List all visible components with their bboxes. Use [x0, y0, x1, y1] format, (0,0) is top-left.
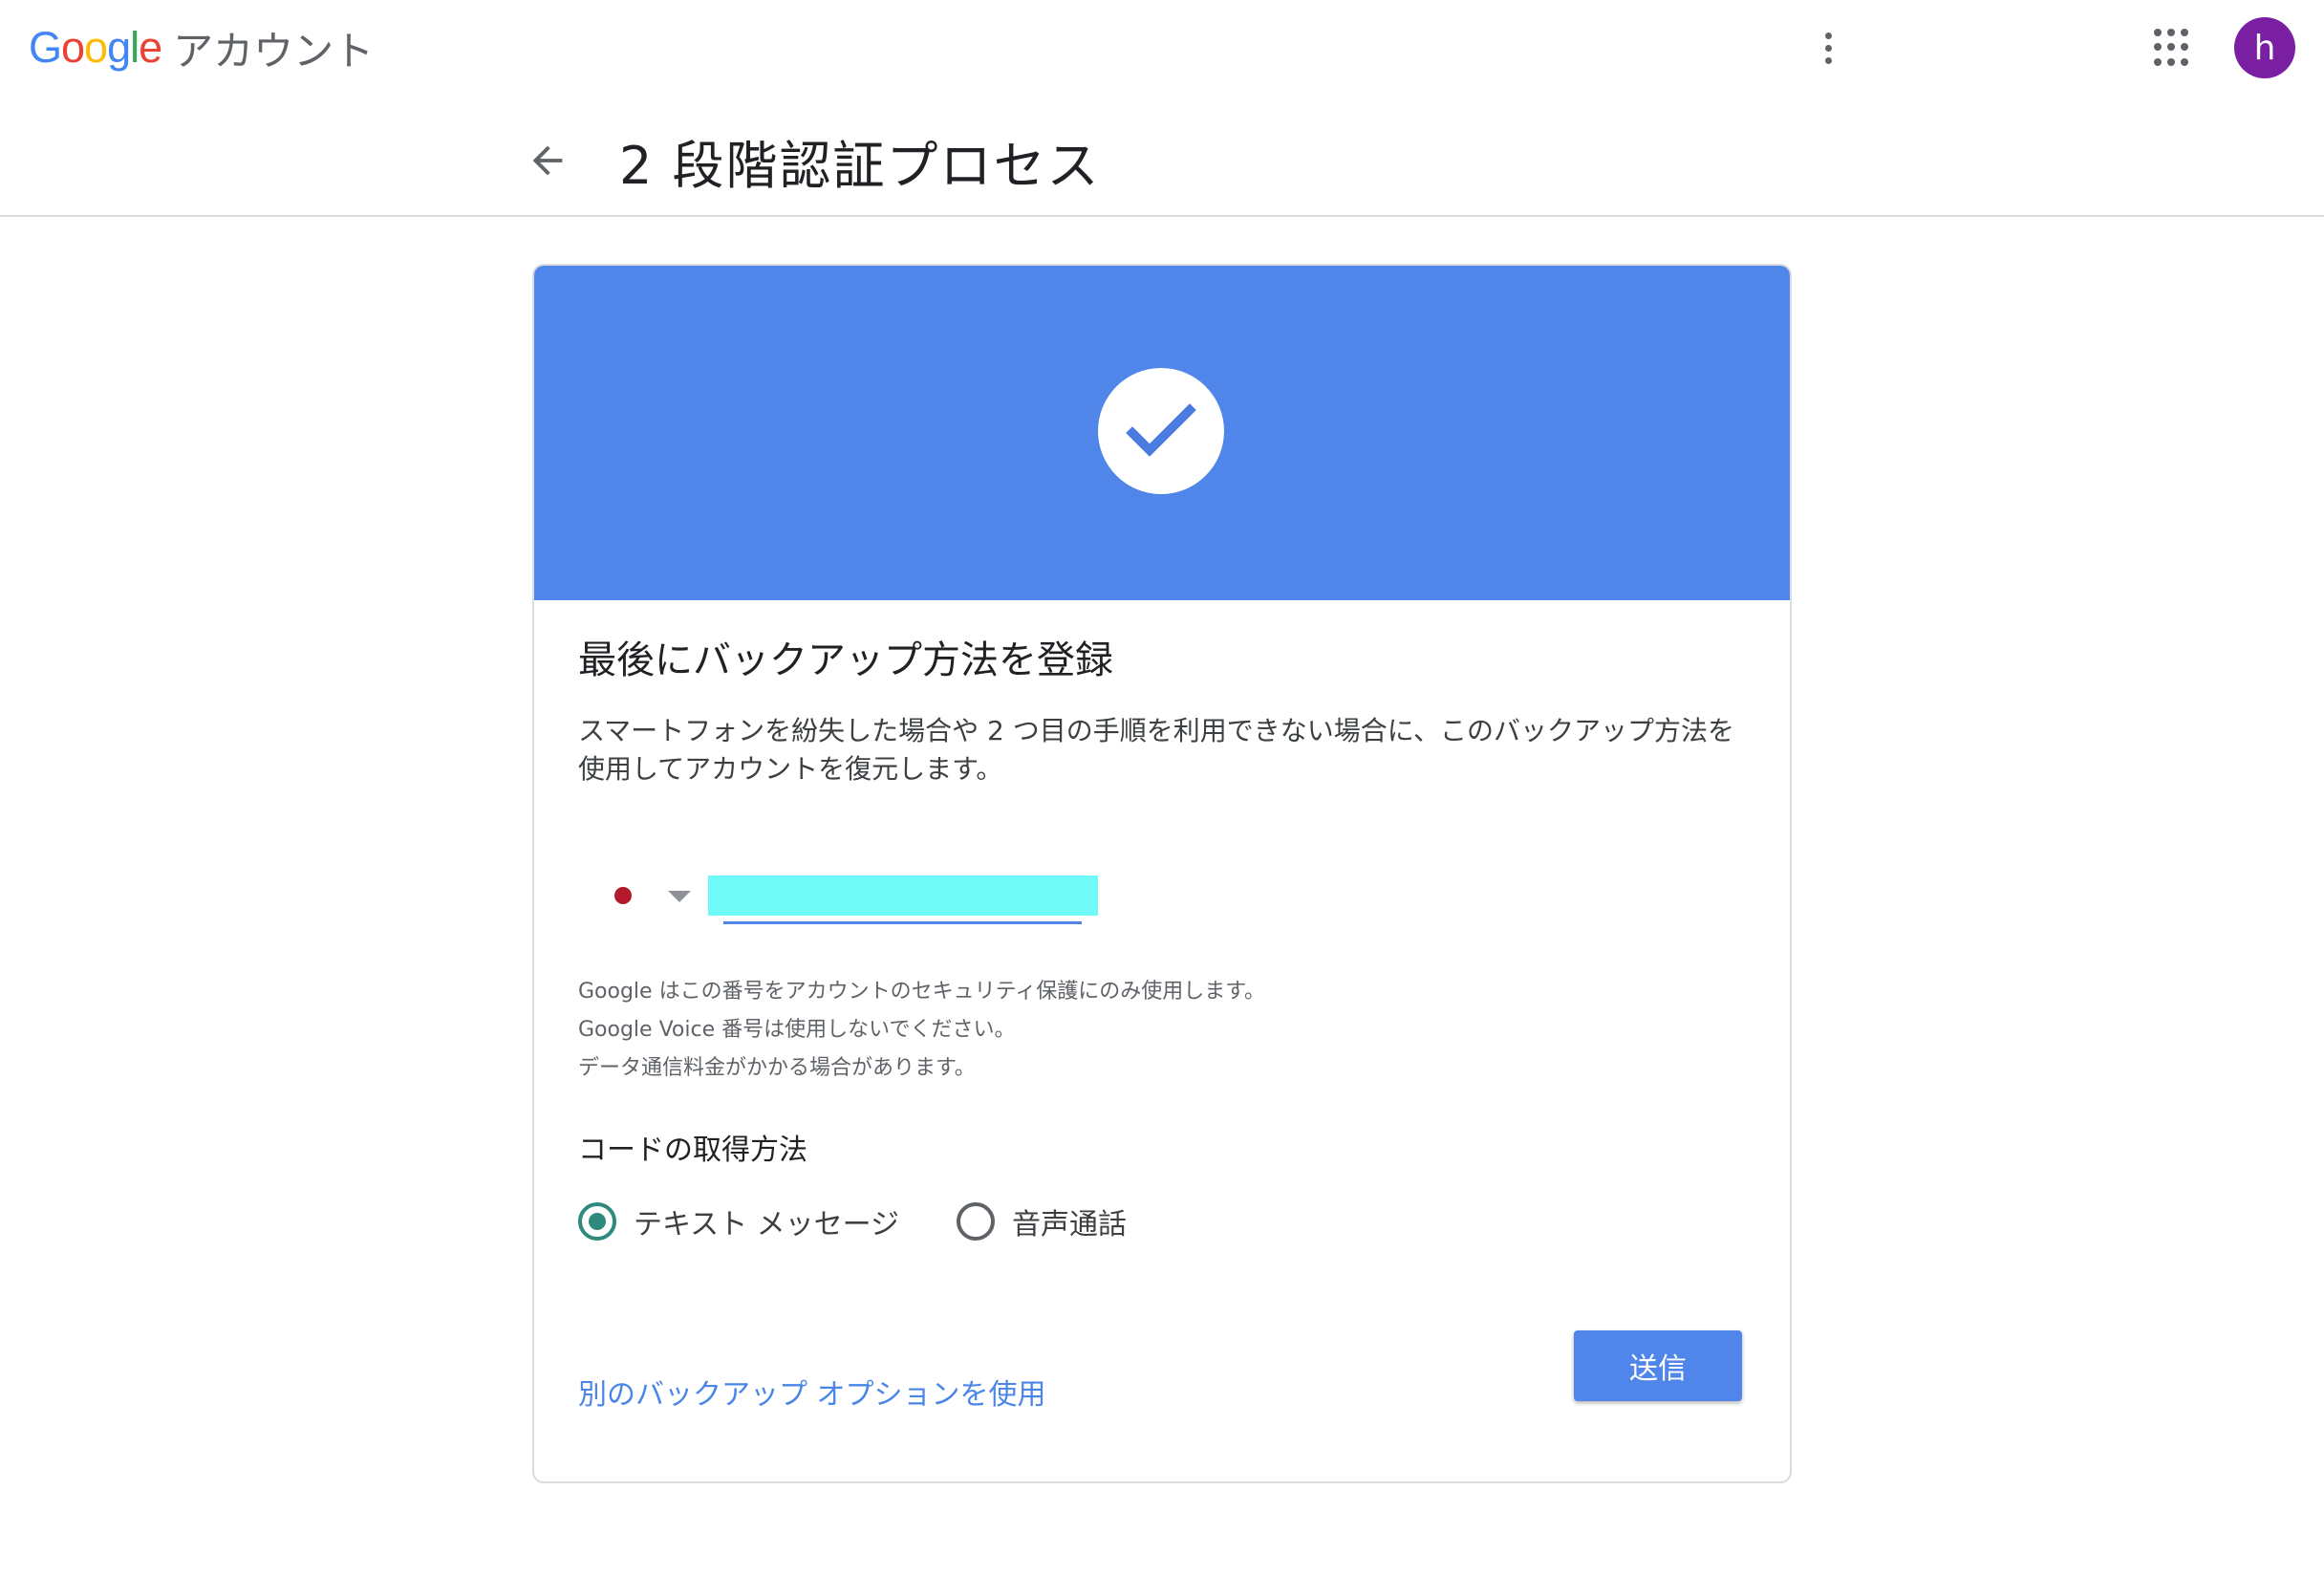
product-name: アカウント [173, 27, 375, 75]
backup-setup-card: 最後にバックアップ方法を登録 スマートフォンを紛失した場合や 2 つ目の手順を利… [532, 264, 1792, 1483]
page-header: 2 段階認証プロセス [526, 124, 1101, 197]
menu-dot [1824, 44, 1832, 52]
radio-dot [589, 1213, 606, 1230]
radio-checked-icon[interactable] [578, 1202, 616, 1241]
apps-dot [2154, 29, 2162, 36]
radio-voice-call[interactable]: 音声通話 [957, 1200, 1127, 1242]
arrow-back-icon[interactable] [526, 139, 570, 183]
radio-label: テキスト メッセージ [634, 1208, 900, 1242]
card-banner [534, 266, 1790, 600]
logo-letter: o [84, 23, 108, 72]
check-circle-icon [1098, 368, 1224, 494]
more-vert-icon[interactable] [1811, 21, 1845, 75]
menu-dot [1824, 32, 1832, 39]
avatar-initial: h [2253, 28, 2276, 68]
japan-flag-icon[interactable] [614, 887, 632, 904]
send-button[interactable]: 送信 [1574, 1330, 1742, 1401]
apps-dot [2154, 57, 2162, 66]
logo-letter: e [139, 23, 162, 72]
alt-backup-option-link[interactable]: 別のバックアップ オプションを使用 [578, 1371, 1046, 1413]
apps-grid-icon[interactable] [2154, 29, 2192, 67]
apps-dot [2167, 29, 2175, 36]
input-underline [723, 921, 1082, 924]
logo-letter: l [130, 23, 140, 72]
apps-dot [2181, 57, 2188, 66]
caret-down-icon[interactable] [668, 891, 691, 902]
apps-dot [2167, 43, 2175, 52]
logo-letter: g [107, 23, 131, 72]
header-divider [0, 215, 2324, 217]
radio-unchecked-icon[interactable] [957, 1202, 996, 1241]
phone-number-row [578, 862, 1343, 924]
code-method-label: コードの取得方法 [578, 1134, 807, 1167]
menu-dot [1824, 56, 1832, 64]
usage-notes: Google はこの番号をアカウントのセキュリティ保護にのみ使用します。 Goo… [578, 973, 1534, 1088]
card-heading: 最後にバックアップ方法を登録 [578, 638, 1113, 682]
check-icon [1126, 403, 1196, 457]
top-bar: Google アカウント h [0, 0, 2324, 96]
note-line: Google Voice 番号は使用しないでください。 [578, 1018, 1016, 1042]
avatar[interactable]: h [2234, 17, 2295, 78]
note-line: Google はこの番号をアカウントのセキュリティ保護にのみ使用します。 [578, 980, 1266, 1004]
card-description: スマートフォンを紛失した場合や 2 つ目の手順を利用できない場合に、このバックア… [578, 715, 1734, 785]
apps-dot [2167, 57, 2175, 66]
logo-letter: o [61, 23, 85, 72]
note-line: データ通信料金がかかる場合があります。 [578, 1056, 976, 1080]
apps-dot [2181, 29, 2188, 36]
google-account-logo[interactable]: Google アカウント [29, 17, 374, 78]
phone-number-input[interactable] [708, 875, 1098, 916]
google-logo: Google [29, 23, 162, 73]
radio-label: 音声通話 [1012, 1208, 1128, 1242]
apps-dot [2154, 43, 2162, 52]
page-title: 2 段階認証プロセス [619, 135, 1101, 196]
radio-text-message[interactable]: テキスト メッセージ [578, 1200, 899, 1242]
apps-dot [2181, 43, 2188, 52]
code-method-radio-group: テキスト メッセージ 音声通話 [578, 1193, 1184, 1250]
logo-letter: G [29, 23, 62, 72]
